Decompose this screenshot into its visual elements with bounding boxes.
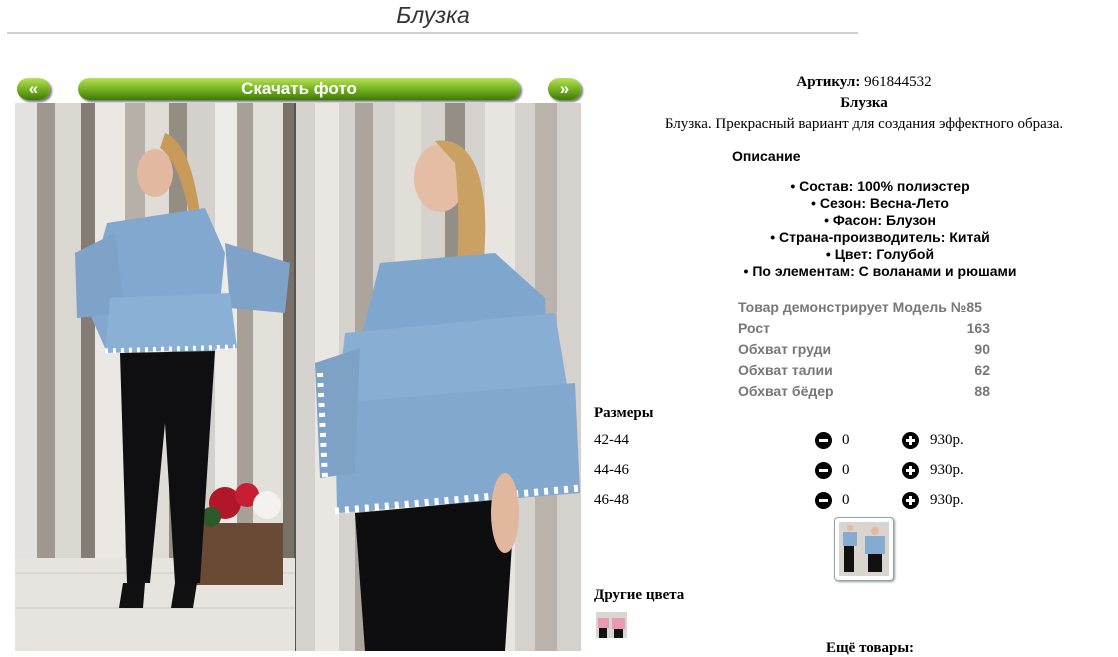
property-list: Состав: 100% полиэстер Сезон: Весна-Лето… xyxy=(725,178,1035,280)
quantity-value: 0 xyxy=(842,432,850,448)
measure-label: Обхват бёдер xyxy=(738,382,834,399)
model-row: Обхват груди 90 xyxy=(734,338,994,359)
plus-icon[interactable] xyxy=(902,492,919,509)
property-item: Цвет: Голубой xyxy=(725,246,1035,263)
title-divider xyxy=(7,32,858,34)
measure-label: Обхват груди xyxy=(738,340,832,357)
plus-icon[interactable] xyxy=(902,462,919,479)
next-photo-button[interactable]: » xyxy=(548,78,581,100)
other-colors-heading: Другие цвета xyxy=(594,587,685,603)
quantity-value: 0 xyxy=(842,492,850,508)
size-price: 930р. xyxy=(930,492,964,508)
plus-icon[interactable] xyxy=(902,432,919,449)
quantity-value: 0 xyxy=(842,462,850,478)
model-measurements: Товар демонстрирует Модель №85 Рост 163 … xyxy=(734,296,994,401)
property-item: По элементам: С воланами и рюшами xyxy=(725,263,1035,280)
sizes-heading: Размеры xyxy=(594,405,654,421)
product-photo[interactable] xyxy=(15,103,581,651)
size-label: 42-44 xyxy=(594,432,629,448)
property-item: Сезон: Весна-Лето xyxy=(725,195,1035,212)
property-item: Фасон: Блузон xyxy=(725,212,1035,229)
minus-icon[interactable] xyxy=(815,492,832,509)
prev-photo-button[interactable]: « xyxy=(17,78,50,100)
article-label: Артикул: xyxy=(796,74,861,90)
model-caption: Товар демонстрирует Модель №85 xyxy=(738,298,982,315)
property-item: Страна-производитель: Китай xyxy=(725,229,1035,246)
size-label: 44-46 xyxy=(594,462,629,478)
measure-label: Обхват талии xyxy=(738,361,833,378)
description-heading: Описание xyxy=(732,148,801,164)
size-label: 46-48 xyxy=(594,492,629,508)
size-row: 44-46 0 930р. xyxy=(594,460,1014,482)
more-products-heading: Ещё товары: xyxy=(826,640,915,656)
size-row: 46-48 0 930р. xyxy=(594,490,1014,512)
measure-value: 163 xyxy=(966,319,990,336)
size-price: 930р. xyxy=(930,462,964,478)
page-title: Блузка xyxy=(396,2,470,28)
model-row: Обхват бёдер 88 xyxy=(734,380,994,401)
article-value: 961844532 xyxy=(864,74,932,90)
model-row: Рост 163 xyxy=(734,317,994,338)
minus-icon[interactable] xyxy=(815,462,832,479)
measure-value: 90 xyxy=(974,340,990,357)
product-description: Блузка. Прекрасный вариант для создания … xyxy=(664,116,1064,132)
photo-thumbnail[interactable] xyxy=(834,517,894,581)
property-item: Состав: 100% полиэстер xyxy=(725,178,1035,195)
measure-value: 88 xyxy=(974,382,990,399)
size-price: 930р. xyxy=(930,432,964,448)
measure-value: 62 xyxy=(974,361,990,378)
other-color-thumbnail[interactable] xyxy=(596,612,627,638)
article-line: Артикул: 961844532 xyxy=(594,74,1118,91)
download-photo-button[interactable]: Скачать фото xyxy=(78,78,520,100)
minus-icon[interactable] xyxy=(815,432,832,449)
model-row: Обхват талии 62 xyxy=(734,359,994,380)
size-row: 42-44 0 930р. xyxy=(594,430,1014,452)
model-row: Товар демонстрирует Модель №85 xyxy=(734,296,994,317)
product-name: Блузка xyxy=(840,95,888,111)
measure-label: Рост xyxy=(738,319,770,336)
